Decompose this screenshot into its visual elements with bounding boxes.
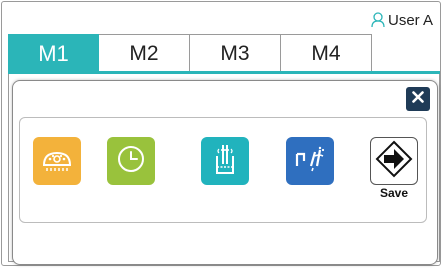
popup-dialog: Save bbox=[12, 80, 438, 265]
lamp-light-button[interactable] bbox=[33, 137, 81, 185]
save-label: Save bbox=[379, 186, 409, 200]
close-icon bbox=[412, 90, 424, 108]
tab-m4[interactable]: M4 bbox=[281, 34, 372, 72]
clock-timer-icon bbox=[116, 144, 146, 179]
tab-m2[interactable]: M2 bbox=[99, 34, 190, 72]
save-button[interactable] bbox=[370, 137, 418, 185]
user-icon bbox=[371, 12, 385, 28]
tab-m3[interactable]: M3 bbox=[190, 34, 281, 72]
icon-panel: Save bbox=[19, 117, 427, 223]
user-area[interactable]: User A bbox=[371, 10, 433, 30]
user-name: User A bbox=[387, 11, 433, 29]
timer-button[interactable] bbox=[107, 137, 155, 185]
instrument-cup-icon bbox=[212, 142, 238, 181]
close-button[interactable] bbox=[406, 87, 430, 111]
lamp-light-icon bbox=[40, 145, 74, 178]
tab-bar: M1 M2 M3 M4 bbox=[8, 34, 383, 72]
instrument-cup-button[interactable] bbox=[201, 137, 249, 185]
handpiece-spray-icon bbox=[293, 144, 327, 179]
handpiece-spray-button[interactable] bbox=[286, 137, 334, 185]
tab-m1[interactable]: M1 bbox=[8, 34, 99, 72]
save-arrow-icon bbox=[374, 139, 414, 184]
